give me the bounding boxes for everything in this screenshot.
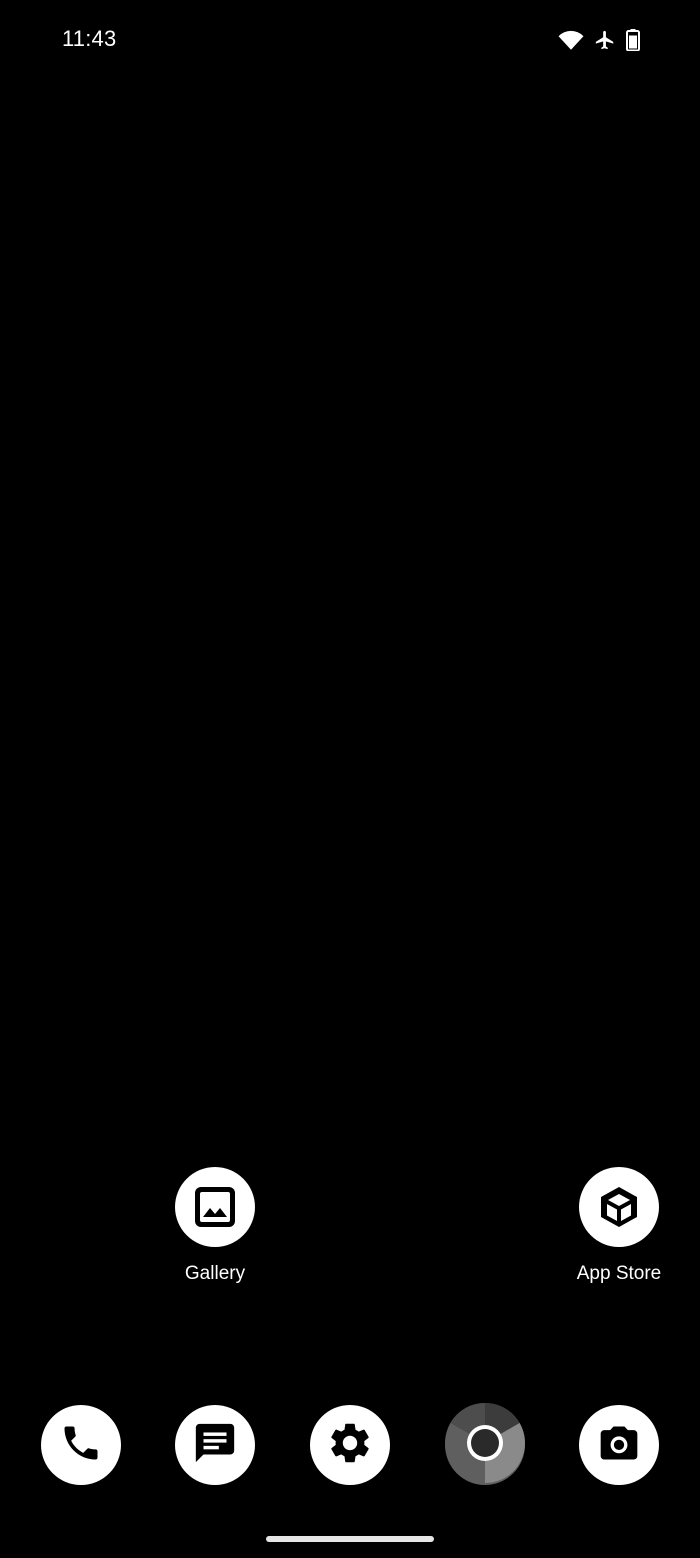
phone-icon [59,1421,103,1470]
navigation-handle[interactable] [266,1536,434,1542]
battery-icon [626,29,640,51]
chrome-icon [445,1402,525,1488]
status-icons [558,26,640,54]
app-store[interactable]: App Store [559,1167,679,1285]
airplane-icon [594,29,616,51]
app-label-app-store: App Store [576,1263,662,1284]
wifi-icon [558,29,584,51]
messages-icon [192,1420,238,1471]
settings-icon [326,1419,374,1472]
status-time: 11:43 [62,26,117,51]
dock-phone[interactable] [41,1405,121,1485]
dock-settings[interactable] [310,1405,390,1485]
dock-camera[interactable] [579,1405,659,1485]
app-gallery[interactable]: Gallery [155,1167,275,1285]
gallery-icon [175,1167,255,1247]
dock-chrome[interactable] [445,1402,525,1488]
app-store-icon [579,1167,659,1247]
camera-icon [597,1421,641,1470]
app-label-gallery: Gallery [184,1263,246,1284]
dock-messages[interactable] [175,1405,255,1485]
